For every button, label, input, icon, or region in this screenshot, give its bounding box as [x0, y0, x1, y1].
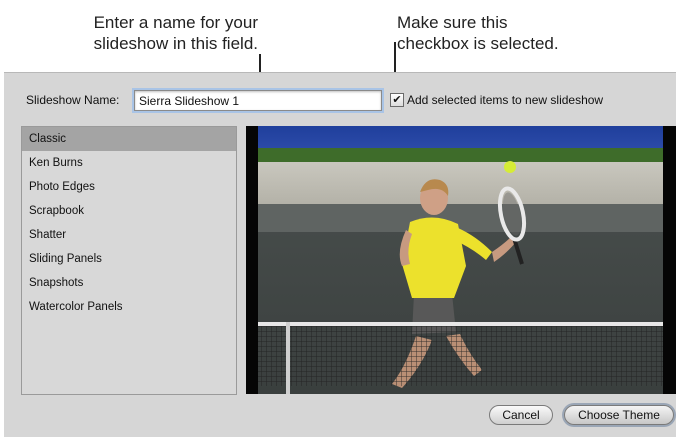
theme-preview [246, 126, 676, 394]
back-wall [258, 162, 663, 204]
back-court [258, 204, 663, 232]
choose-theme-button[interactable]: Choose Theme [564, 405, 674, 425]
tennis-ball [504, 161, 516, 173]
slideshow-name-label: Slideshow Name: [26, 93, 120, 107]
callout-checkbox: Make sure this checkbox is selected. [397, 12, 559, 54]
callout-name-field: Enter a name for your slideshow in this … [66, 12, 258, 54]
theme-item-sliding-panels[interactable]: Sliding Panels [22, 247, 236, 271]
callout-line-1: Make sure this [397, 13, 508, 32]
callout-line-2: checkbox is selected. [397, 34, 559, 53]
theme-item-shatter[interactable]: Shatter [22, 223, 236, 247]
theme-dialog: Slideshow Name: ✔ Add selected items to … [4, 72, 676, 437]
net-tape [258, 322, 663, 326]
slideshow-name-input[interactable] [134, 90, 382, 111]
theme-item-scrapbook[interactable]: Scrapbook [22, 199, 236, 223]
hedge [258, 148, 663, 162]
theme-item-snapshots[interactable]: Snapshots [22, 271, 236, 295]
theme-item-classic[interactable]: Classic [22, 127, 236, 151]
theme-list: Classic Ken Burns Photo Edges Scrapbook … [21, 126, 237, 395]
theme-item-watercolor-panels[interactable]: Watercolor Panels [22, 295, 236, 319]
theme-item-photo-edges[interactable]: Photo Edges [22, 175, 236, 199]
cancel-button[interactable]: Cancel [489, 405, 553, 425]
checkmark-icon: ✔ [392, 94, 402, 106]
add-items-checkbox[interactable]: ✔ [390, 93, 404, 107]
add-items-checkbox-label[interactable]: Add selected items to new slideshow [407, 93, 603, 107]
blue-banner [258, 126, 663, 148]
theme-item-ken-burns[interactable]: Ken Burns [22, 151, 236, 175]
preview-photo [258, 126, 663, 394]
net-post [286, 322, 290, 394]
tennis-net [258, 324, 663, 386]
callout-line-1: Enter a name for your [93, 13, 258, 32]
callout-line-2: slideshow in this field. [93, 34, 258, 53]
